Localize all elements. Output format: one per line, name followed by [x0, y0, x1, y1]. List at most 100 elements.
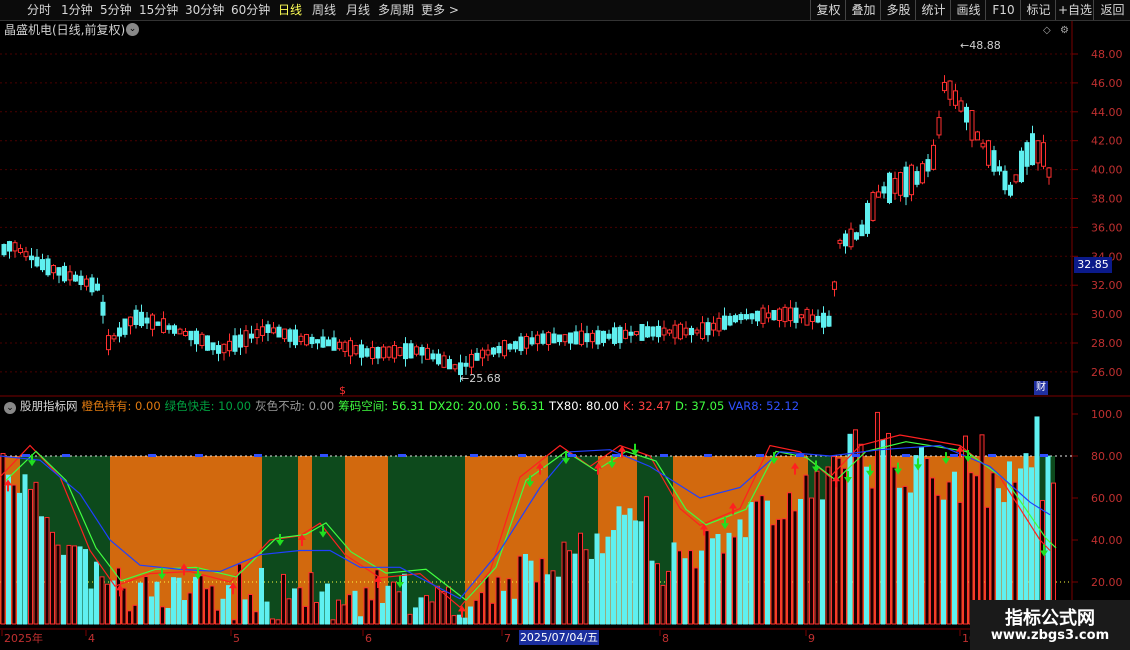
candle-body	[980, 142, 986, 148]
indicator-bar	[572, 553, 578, 625]
indicator-bar	[930, 477, 935, 625]
candle-body	[958, 100, 964, 112]
indicator-bar	[908, 492, 913, 625]
indicator-bar	[457, 614, 462, 625]
candle-body	[804, 308, 810, 326]
indicator-bar	[798, 498, 803, 625]
indicator-bar	[468, 606, 473, 625]
indicator-bar	[209, 585, 215, 625]
candle-body	[7, 241, 12, 252]
candle-body	[430, 353, 436, 360]
legend-item: VAR8: 52.12	[728, 399, 800, 413]
candle-body	[100, 301, 106, 316]
candle-body	[788, 307, 793, 322]
candle-body	[45, 258, 51, 276]
candle-body	[540, 333, 546, 344]
indicator-bar	[341, 604, 347, 625]
finance-badge[interactable]: 财	[1034, 381, 1048, 395]
candle-body	[370, 347, 375, 360]
candle-body	[386, 346, 392, 358]
indicator-bar	[94, 561, 99, 625]
indicator-bar	[660, 584, 666, 625]
indicator-bar	[732, 536, 737, 625]
signal-mark	[398, 454, 406, 457]
candle-body	[166, 325, 172, 330]
signal-mark	[195, 454, 203, 457]
indicator-bar	[528, 560, 534, 625]
signal-mark	[518, 454, 526, 457]
kline-chart[interactable]: 48.0046.0044.0042.0040.0038.0036.0034.00…	[0, 0, 1130, 650]
candle-body	[480, 349, 485, 359]
candle-body	[524, 336, 529, 349]
candle-body	[221, 343, 227, 354]
indicator-bar	[281, 573, 286, 625]
candle-body	[1013, 174, 1019, 183]
indicator-bar	[220, 598, 226, 625]
indicator-bar	[501, 590, 506, 625]
candle-body	[898, 172, 903, 196]
candle-body	[177, 328, 183, 335]
indicator-bar	[627, 508, 633, 625]
candle-body	[892, 178, 898, 194]
indicator-bar	[385, 585, 391, 625]
candle-body	[551, 333, 557, 344]
date-axis-label: 2025年	[4, 631, 43, 645]
indicator-menu-icon[interactable]: ⌄	[4, 402, 16, 414]
candle-body	[29, 255, 34, 261]
price-axis-label: 48.00	[1091, 48, 1123, 61]
date-axis-label: 4	[88, 632, 95, 645]
candle-body	[18, 248, 23, 253]
candle-body	[546, 332, 551, 346]
candle-body	[716, 317, 722, 332]
candle-body	[348, 340, 353, 357]
candle-body	[403, 343, 408, 360]
date-cursor-label: 2025/07/04/五	[519, 630, 599, 645]
candle-body	[447, 359, 452, 370]
indicator-legend: ⌄ 股朋指标网 橙色持有: 0.00 绿色快走: 10.00 灰色不动: 0.00 筹码空…	[4, 398, 807, 414]
indicator-bar	[88, 588, 94, 625]
indicator-bar	[154, 581, 160, 625]
candle-body	[287, 329, 293, 342]
signal-mark	[254, 454, 262, 457]
indicator-bar	[495, 576, 501, 625]
indicator-bar	[484, 575, 490, 625]
indicator-bar	[935, 494, 941, 625]
settings-icon: ⚙	[1060, 25, 1069, 36]
indicator-bar	[308, 572, 314, 625]
indicator-bar	[292, 588, 297, 625]
indicator-bar	[55, 544, 61, 625]
candle-body	[931, 144, 936, 170]
indicator-bar	[33, 481, 39, 625]
indicator-name[interactable]: 股朋指标网	[20, 399, 78, 413]
indicator-bar	[715, 534, 721, 625]
candle-body	[584, 333, 590, 343]
candle-body	[436, 353, 441, 365]
candle-body	[62, 265, 67, 282]
indicator-bar	[699, 550, 704, 625]
candle-body	[67, 271, 73, 281]
indicator-bar	[171, 577, 176, 625]
indicator-bar	[127, 610, 132, 625]
candle-body	[111, 335, 117, 340]
candle-body	[199, 333, 205, 347]
indicator-bar	[649, 560, 655, 625]
signal-mark	[902, 454, 910, 457]
candle-body	[661, 327, 667, 336]
candle-body	[1, 244, 7, 256]
indicator-axis-label: 40.00	[1091, 534, 1123, 547]
price-axis-label: 30.00	[1091, 308, 1123, 321]
candle-body	[216, 345, 221, 354]
candle-body	[628, 331, 634, 336]
indicator-bar	[248, 594, 253, 625]
indicator-bar	[215, 609, 220, 625]
indicator-bar	[781, 518, 787, 625]
indicator-bar	[391, 581, 396, 625]
candle-body	[942, 81, 947, 92]
indicator-bar	[50, 531, 55, 625]
candle-body	[117, 327, 122, 337]
candle-body	[903, 166, 909, 198]
candle-body	[1019, 150, 1024, 183]
candle-body	[155, 321, 161, 326]
signal-mark	[852, 454, 860, 457]
signal-mark	[470, 454, 478, 457]
